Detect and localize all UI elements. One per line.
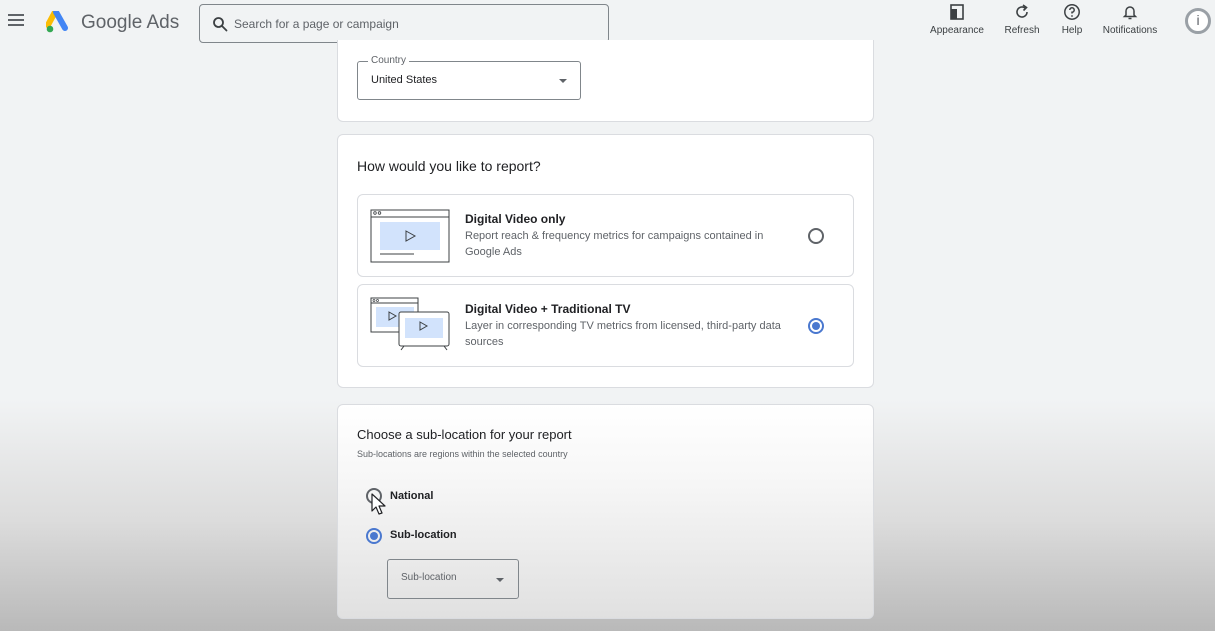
search-input[interactable]	[234, 14, 594, 34]
digital-video-only-radio[interactable]	[808, 228, 824, 244]
help-label: Help	[1061, 25, 1083, 36]
digital-video-tv-radio[interactable]	[808, 318, 824, 334]
country-card: Country United States	[337, 40, 874, 122]
app-title[interactable]: Google Ads	[81, 12, 179, 34]
refresh-icon	[1016, 4, 1028, 18]
account-avatar[interactable]: i	[1185, 8, 1211, 34]
help-icon	[1064, 4, 1080, 20]
help-button[interactable]: Help	[1058, 3, 1086, 36]
refresh-label: Refresh	[1004, 25, 1040, 36]
country-select[interactable]: Country United States	[357, 55, 581, 100]
report-type-card: How would you like to report? Digital Vi…	[337, 134, 874, 388]
option-digital-video-tv[interactable]: Digital Video + Traditional TV Layer in …	[357, 284, 854, 367]
sublocation-select-value: Sub-location	[401, 572, 457, 583]
refresh-button[interactable]: Refresh	[1002, 3, 1042, 36]
sublocation-select[interactable]: Sub-location	[387, 559, 519, 599]
search-icon	[213, 17, 228, 32]
google-ads-logo-icon[interactable]	[46, 11, 72, 33]
search-bar[interactable]	[199, 4, 609, 43]
top-bar: Google Ads Appearance Refresh Help	[0, 0, 1215, 44]
notifications-label: Notifications	[1102, 25, 1158, 36]
sublocation-card: Choose a sub-location for your report Su…	[337, 404, 874, 619]
sublocation-description: Sub-locations are regions within the sel…	[357, 449, 568, 459]
video-and-tv-icon	[370, 297, 450, 351]
bell-icon	[1122, 6, 1138, 20]
appearance-button[interactable]: Appearance	[928, 3, 986, 36]
mouse-pointer-icon	[371, 493, 386, 515]
option-description: Report reach & frequency metrics for cam…	[465, 230, 764, 258]
appearance-icon	[950, 4, 964, 20]
option-digital-video-only[interactable]: Digital Video only Report reach & freque…	[357, 194, 854, 277]
option-title: Digital Video only	[465, 212, 566, 226]
video-screen-icon	[370, 209, 450, 263]
report-type-title: How would you like to report?	[357, 158, 541, 174]
hamburger-menu-icon[interactable]	[8, 14, 24, 27]
chevron-down-icon	[559, 79, 567, 83]
sublocation-title: Choose a sub-location for your report	[357, 427, 572, 442]
appearance-label: Appearance	[930, 25, 984, 36]
option-description: Layer in corresponding TV metrics from l…	[465, 320, 781, 348]
country-value: United States	[371, 74, 438, 86]
notifications-button[interactable]: Notifications	[1098, 3, 1162, 36]
country-label: Country	[368, 55, 410, 66]
sublocation-radio[interactable]	[366, 528, 382, 544]
sublocation-label[interactable]: Sub-location	[390, 529, 457, 541]
option-title: Digital Video + Traditional TV	[465, 302, 631, 316]
national-label[interactable]: National	[390, 490, 433, 502]
chevron-down-icon	[496, 578, 504, 582]
